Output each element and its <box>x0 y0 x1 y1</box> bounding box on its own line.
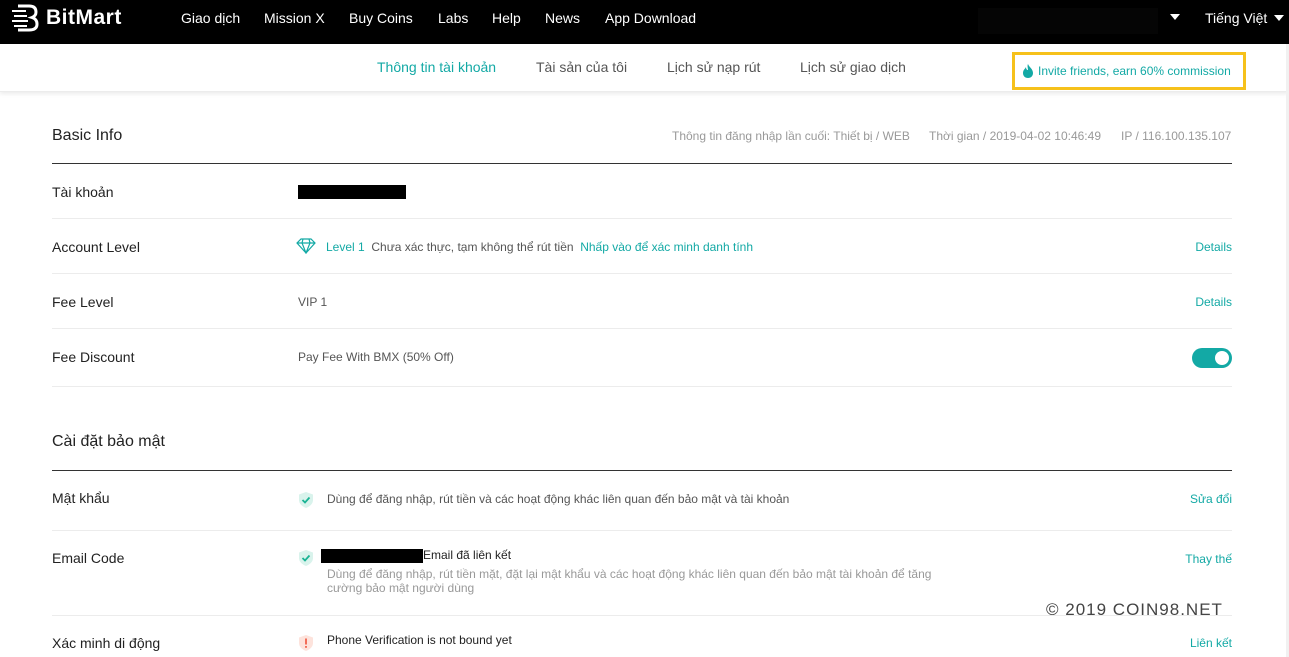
tab-trade-history[interactable]: Lịch sử giao dịch <box>800 59 906 75</box>
email-bound-text: Email đã liên kết <box>423 548 512 562</box>
tab-my-assets[interactable]: Tài sản của tôi <box>536 59 627 75</box>
email-status: Email đã liên kết <box>321 548 511 563</box>
nav-item-giao-dich[interactable]: Giao dịch <box>181 10 240 26</box>
fee-details-link[interactable]: Details <box>1195 295 1232 309</box>
shield-check-icon <box>299 492 313 508</box>
bitmart-logo[interactable]: BitMart <box>10 3 122 33</box>
tab-deposit-history[interactable]: Lịch sử nạp rút <box>667 59 760 75</box>
password-row: Mật khẩu Dùng để đăng nhập, rút tiền và … <box>52 471 1232 531</box>
nav-item-app-download[interactable]: App Download <box>605 10 696 26</box>
account-level-label: Account Level <box>52 239 140 255</box>
last-login-ip: IP / 116.100.135.107 <box>1121 129 1232 143</box>
account-level-row: Account Level Level 1 Chưa xác thực, tạm… <box>52 219 1232 274</box>
last-login-device: Thông tin đăng nhập lần cuối: Thiết bị /… <box>672 129 910 143</box>
fee-level-row: Fee Level VIP 1 Details <box>52 274 1232 329</box>
change-password-link[interactable]: Sửa đổi <box>1190 492 1232 506</box>
watermark-text: © 2019 COIN98.NET <box>1046 600 1223 619</box>
brand-name: BitMart <box>46 6 122 29</box>
level-text: Level 1 <box>326 240 365 254</box>
language-selector[interactable]: Tiếng Việt <box>1205 10 1267 26</box>
shield-alert-icon <box>299 635 313 651</box>
security-title: Cài đặt bảo mật <box>52 433 165 450</box>
fee-discount-label: Fee Discount <box>52 349 135 365</box>
nav-item-mission-x[interactable]: Mission X <box>264 10 325 26</box>
language-dropdown-icon[interactable] <box>1274 15 1284 21</box>
email-desc: Dùng để đăng nhập, rút tiền mặt, đặt lại… <box>327 567 932 595</box>
shield-check-icon <box>299 550 313 566</box>
top-navbar: BitMart Giao dịch Mission X Buy Coins La… <box>0 0 1289 44</box>
phone-verification-label: Xác minh di động <box>52 635 161 651</box>
level-details-link[interactable]: Details <box>1195 240 1232 254</box>
nav-item-buy-coins[interactable]: Buy Coins <box>349 10 413 26</box>
basic-info-title: Basic Info <box>52 127 123 144</box>
email-code-label: Email Code <box>52 550 125 566</box>
nav-item-labs[interactable]: Labs <box>438 10 468 26</box>
verify-identity-link[interactable]: Nhấp vào để xác minh danh tính <box>580 240 753 254</box>
last-login-time: Thời gian / 2019-04-02 10:46:49 <box>929 129 1101 143</box>
replace-email-link[interactable]: Thay thế <box>1185 552 1232 566</box>
diamond-icon <box>296 238 316 254</box>
nav-item-help[interactable]: Help <box>492 10 521 26</box>
bitmart-logo-icon <box>12 4 39 32</box>
toggle-knob <box>1215 351 1229 365</box>
nav-item-news[interactable]: News <box>545 10 580 26</box>
account-row: Tài khoản <box>52 164 1232 219</box>
bind-phone-link[interactable]: Liên kết <box>1190 636 1232 650</box>
fire-icon <box>1023 64 1033 78</box>
phone-status: Phone Verification is not bound yet <box>327 633 512 647</box>
password-desc: Dùng để đăng nhập, rút tiền và các hoạt … <box>327 492 790 506</box>
level-info: Level 1 Chưa xác thực, tạm không thể rút… <box>326 240 753 254</box>
level-status: Chưa xác thực, tạm không thể rút tiền <box>371 240 574 254</box>
phone-verification-row: Xác minh di động Phone Verification is n… <box>52 616 1232 657</box>
redacted-email <box>298 184 406 199</box>
account-value-redacted <box>298 184 406 199</box>
fee-discount-value: Pay Fee With BMX (50% Off) <box>298 350 454 364</box>
redacted-user-account <box>978 8 1158 34</box>
password-label: Mật khẩu <box>52 490 110 506</box>
invite-banner[interactable]: Invite friends, earn 60% commission <box>1012 52 1246 90</box>
tab-account-info[interactable]: Thông tin tài khoản <box>377 59 496 75</box>
bmx-fee-toggle[interactable] <box>1192 348 1232 368</box>
account-label: Tài khoản <box>52 184 114 200</box>
redacted-email <box>321 548 423 563</box>
fee-level-label: Fee Level <box>52 294 114 310</box>
fee-level-value: VIP 1 <box>298 295 328 309</box>
account-subnav: Thông tin tài khoản Tài sản của tôi Lịch… <box>0 44 1289 92</box>
invite-text: Invite friends, earn 60% commission <box>1038 64 1231 78</box>
account-dropdown-icon[interactable] <box>1170 14 1180 20</box>
fee-discount-row: Fee Discount Pay Fee With BMX (50% Off) <box>52 329 1232 387</box>
